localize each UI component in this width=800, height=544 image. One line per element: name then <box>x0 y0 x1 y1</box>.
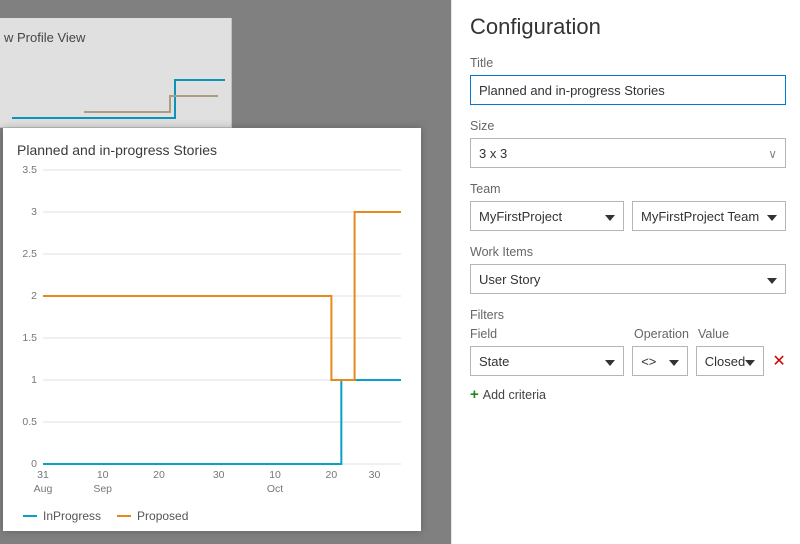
filter-value-select[interactable]: Closed <box>696 346 764 376</box>
chart-plot: 00.511.522.533.531Aug10Sep203010Oct2030 <box>13 162 411 500</box>
team-name-select[interactable]: MyFirstProject Team <box>632 201 786 231</box>
chevron-down-icon <box>669 354 679 369</box>
svg-text:3: 3 <box>31 206 37 218</box>
filter-field-value: State <box>479 354 509 369</box>
workitems-value: User Story <box>479 272 540 287</box>
plus-icon: + <box>470 386 479 403</box>
team-project-select[interactable]: MyFirstProject <box>470 201 624 231</box>
legend-swatch <box>23 515 37 517</box>
svg-text:20: 20 <box>326 469 338 481</box>
svg-text:2.5: 2.5 <box>22 248 37 260</box>
chevron-down-icon <box>767 209 777 224</box>
legend-item-inprogress: InProgress <box>23 509 101 523</box>
svg-text:10: 10 <box>97 469 109 481</box>
svg-text:Sep: Sep <box>93 483 112 495</box>
filter-op-value: <> <box>641 354 656 369</box>
remove-filter-button[interactable]: ✕ <box>772 351 786 371</box>
svg-text:0.5: 0.5 <box>22 416 37 428</box>
label-size: Size <box>470 119 786 133</box>
size-value: 3 x 3 <box>479 146 507 161</box>
workitems-select[interactable]: User Story <box>470 264 786 294</box>
label-title: Title <box>470 56 786 70</box>
filter-value-value: Closed <box>705 354 745 369</box>
filters-header-op: Operation <box>634 327 690 341</box>
filters-headers: Field Operation Value <box>470 327 786 341</box>
configuration-heading: Configuration <box>470 14 786 40</box>
filters-header-value: Value <box>698 327 786 341</box>
configuration-panel: Configuration Title Size 3 x 3 Team MyFi… <box>451 0 800 544</box>
svg-text:3.5: 3.5 <box>22 164 37 176</box>
svg-text:10: 10 <box>269 469 281 481</box>
chevron-down-icon <box>767 272 777 287</box>
legend-label: Proposed <box>137 509 188 523</box>
filter-op-select[interactable]: <> <box>632 346 688 376</box>
legend-swatch <box>117 515 131 517</box>
chart-title: Planned and in-progress Stories <box>17 142 411 158</box>
add-criteria-label: Add criteria <box>483 388 546 402</box>
svg-text:31: 31 <box>37 469 49 481</box>
chevron-down-icon <box>745 354 755 369</box>
chevron-down-icon <box>605 209 615 224</box>
label-filters: Filters <box>470 308 786 322</box>
title-input[interactable] <box>470 75 786 105</box>
svg-text:1.5: 1.5 <box>22 332 37 344</box>
filter-field-select[interactable]: State <box>470 346 624 376</box>
svg-text:2: 2 <box>31 290 37 302</box>
field-filters: Filters Field Operation Value State <> C… <box>470 308 786 403</box>
svg-text:Aug: Aug <box>34 483 53 495</box>
field-workitems: Work Items User Story <box>470 245 786 294</box>
svg-text:30: 30 <box>369 469 381 481</box>
legend-label: InProgress <box>43 509 101 523</box>
add-criteria-button[interactable]: + Add criteria <box>470 386 546 403</box>
legend-item-proposed: Proposed <box>117 509 188 523</box>
chevron-down-icon <box>605 354 615 369</box>
team-project-value: MyFirstProject <box>479 209 562 224</box>
team-name-value: MyFirstProject Team <box>641 209 759 224</box>
label-workitems: Work Items <box>470 245 786 259</box>
svg-text:Oct: Oct <box>267 483 283 495</box>
chevron-down-icon <box>768 146 777 161</box>
svg-text:30: 30 <box>213 469 225 481</box>
svg-text:20: 20 <box>153 469 165 481</box>
field-title: Title <box>470 56 786 105</box>
svg-text:1: 1 <box>31 374 37 386</box>
label-team: Team <box>470 182 786 196</box>
field-team: Team MyFirstProject MyFirstProject Team <box>470 182 786 231</box>
size-select[interactable]: 3 x 3 <box>470 138 786 168</box>
field-size: Size 3 x 3 <box>470 119 786 168</box>
chart-legend: InProgress Proposed <box>23 509 411 523</box>
filter-row: State <> Closed ✕ <box>470 346 786 376</box>
filters-header-field: Field <box>470 327 626 341</box>
chart-preview-card: Planned and in-progress Stories 00.511.5… <box>3 128 421 531</box>
